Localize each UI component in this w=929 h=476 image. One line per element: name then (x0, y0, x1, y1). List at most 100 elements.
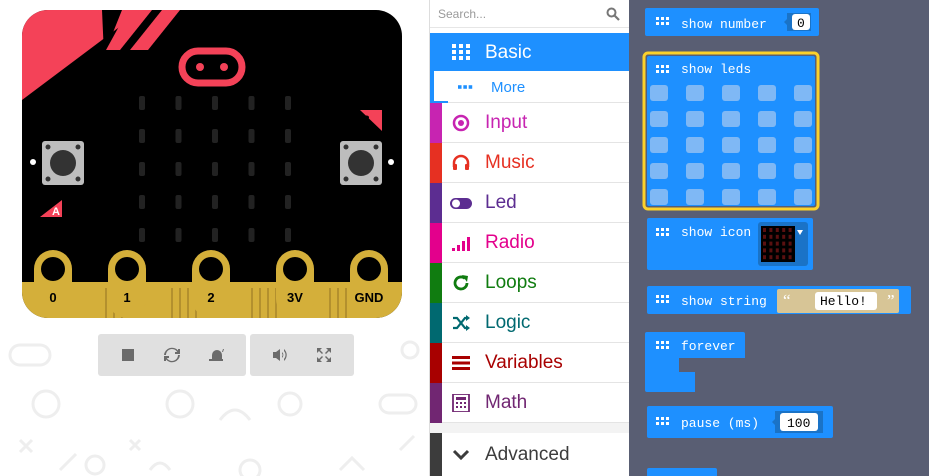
led-toggle-1-2[interactable] (722, 111, 740, 127)
icon-preview-led (769, 255, 773, 260)
led-toggle-3-3[interactable] (758, 163, 776, 179)
led-toggle-1-1[interactable] (686, 111, 704, 127)
stop-button[interactable] (106, 334, 150, 376)
icon-preview-led (788, 234, 792, 239)
button-b[interactable] (340, 141, 382, 185)
category-led[interactable]: Led (430, 183, 630, 223)
category-advanced[interactable]: Advanced (430, 433, 630, 476)
led-3-2 (212, 195, 218, 209)
show-string-block[interactable]: show string “ ” Hello! (647, 286, 911, 314)
category-label: Loops (485, 272, 537, 293)
icon-preview-led (788, 255, 792, 260)
led-toggle-0-0[interactable] (650, 85, 668, 101)
blocks-workspace[interactable]: show number 0 show leds show icon show s… (629, 0, 929, 476)
pin-label-3v: 3V (287, 290, 303, 305)
led-toggle-0-2[interactable] (722, 85, 740, 101)
category-loops[interactable]: Loops (430, 263, 630, 303)
led-1-1 (175, 129, 182, 143)
search-icon[interactable] (606, 7, 620, 21)
category-math[interactable]: Math (430, 383, 630, 423)
led-toggle-2-1[interactable] (686, 137, 704, 153)
led-toggle-2-4[interactable] (794, 137, 812, 153)
close-quote-icon: ” (887, 291, 895, 310)
pause-label: pause (ms) (681, 416, 759, 431)
show-string-value: Hello! (820, 294, 867, 309)
slowmo-button[interactable] (194, 334, 238, 376)
category-stripe (430, 303, 442, 343)
category-stripe (430, 343, 442, 383)
icon-preview-led (782, 241, 786, 246)
category-label: Logic (485, 312, 531, 333)
icon-preview-led (782, 255, 786, 260)
category-more[interactable]: More (430, 71, 630, 103)
led-toggle-0-4[interactable] (794, 85, 812, 101)
pin-label-2: 2 (207, 290, 214, 305)
next-block-partial[interactable] (647, 468, 717, 476)
button-a[interactable] (42, 141, 84, 185)
category-radio[interactable]: Radio (430, 223, 630, 263)
toolbox: Basic More Input Music Led Radio Loops Logic V… (429, 0, 630, 476)
led-toggle-1-3[interactable] (758, 111, 776, 127)
led-toggle-4-3[interactable] (758, 189, 776, 205)
led-toggle-3-0[interactable] (650, 163, 668, 179)
category-variables[interactable]: Variables (430, 343, 630, 383)
category-more-stripe (430, 71, 448, 103)
led-toggle-2-2[interactable] (722, 137, 740, 153)
category-logic[interactable]: Logic (430, 303, 630, 343)
led-toggle-2-3[interactable] (758, 137, 776, 153)
category-label: Math (485, 392, 528, 413)
led-toggle-4-0[interactable] (650, 189, 668, 205)
category-advanced-label: Advanced (485, 444, 570, 465)
led-0-1 (175, 96, 182, 110)
led-toggle-2-0[interactable] (650, 137, 668, 153)
led-toggle-0-3[interactable] (758, 85, 776, 101)
category-more-label: More (491, 79, 526, 96)
stop-icon (122, 349, 134, 361)
show-number-block[interactable]: show number 0 (645, 8, 819, 36)
led-toggle-3-1[interactable] (686, 163, 704, 179)
led-toggle-3-2[interactable] (722, 163, 740, 179)
category-label: Radio (485, 232, 535, 253)
show-string-label: show string (681, 294, 767, 309)
icon-preview-led (769, 234, 773, 239)
led-toggle-0-1[interactable] (686, 85, 704, 101)
led-2-2 (212, 162, 218, 176)
search-input[interactable] (438, 5, 598, 23)
led-toggle-4-4[interactable] (794, 189, 812, 205)
fullscreen-button[interactable] (302, 334, 346, 376)
led-4-2 (212, 228, 218, 242)
sim-control-group-extra (250, 334, 354, 376)
icon-preview-led (788, 241, 792, 246)
button-b-label: B (362, 114, 370, 126)
pause-value: 100 (787, 416, 810, 431)
mute-button[interactable] (258, 334, 302, 376)
category-stripe (430, 223, 442, 263)
category-music[interactable]: Music (430, 143, 630, 183)
pin-label-1: 1 (123, 290, 130, 305)
icon-preview-led (775, 255, 779, 260)
list-icon (452, 356, 470, 370)
fullscreen-icon (317, 348, 331, 362)
show-leds-block[interactable]: show leds (642, 51, 820, 211)
led-2-3 (248, 162, 255, 176)
microbit-board[interactable]: 0 1 2 3V GND A B (22, 10, 402, 318)
category-basic-label: Basic (485, 42, 532, 63)
led-toggle-3-4[interactable] (794, 163, 812, 179)
category-basic[interactable]: Basic (430, 33, 630, 71)
restart-button[interactable] (150, 334, 194, 376)
pause-block[interactable]: pause (ms) 100 (647, 406, 833, 438)
show-icon-block[interactable]: show icon (647, 218, 813, 270)
icon-preview-led (769, 248, 773, 253)
pin-label-gnd: GND (355, 290, 384, 305)
category-stripe (430, 143, 442, 183)
led-toggle-4-1[interactable] (686, 189, 704, 205)
led-toggle-1-4[interactable] (794, 111, 812, 127)
forever-block[interactable]: forever (645, 332, 745, 392)
show-icon-label: show icon (681, 225, 751, 240)
headphones-icon (452, 154, 470, 170)
restart-icon (164, 347, 180, 363)
category-label: Led (485, 192, 517, 213)
led-toggle-4-2[interactable] (722, 189, 740, 205)
category-input[interactable]: Input (430, 103, 630, 143)
led-toggle-1-0[interactable] (650, 111, 668, 127)
